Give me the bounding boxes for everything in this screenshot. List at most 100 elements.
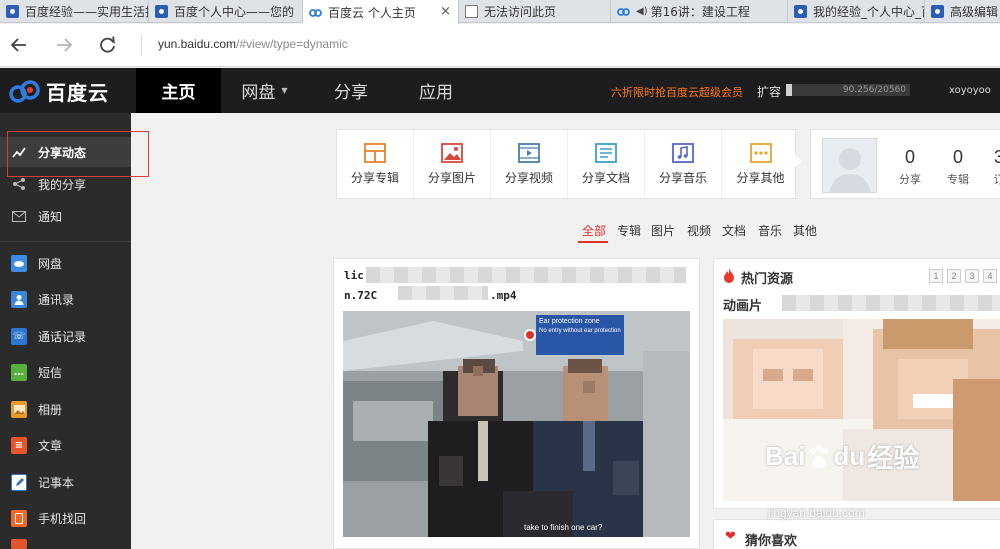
page-3-button[interactable]: 3	[965, 269, 979, 283]
stat-albums[interactable]: 0 专辑	[938, 147, 978, 187]
forward-button[interactable]	[52, 33, 76, 57]
sidebar-item-notifications[interactable]: 通知	[0, 201, 131, 231]
sidebar-app-contacts[interactable]: 通讯录	[0, 284, 131, 314]
sidebar-item-share-activity[interactable]: 分享动态	[0, 137, 131, 167]
stat-label: 分享	[899, 173, 921, 186]
browser-tab-4[interactable]: 无法访问此页	[459, 0, 611, 23]
watermark-url: jingyan.baidu.com	[768, 506, 865, 520]
no-entry-sign-icon	[524, 329, 536, 341]
filter-music[interactable]: 音乐	[758, 222, 782, 239]
share-other-button[interactable]: 分享其他	[722, 130, 799, 198]
page-1-button[interactable]: 1	[929, 269, 943, 283]
browser-tab-6[interactable]: 我的经验_个人中心_百度	[788, 0, 925, 23]
share-icon	[11, 176, 27, 192]
sidebar-item-my-shares[interactable]: 我的分享	[0, 169, 131, 199]
paw-icon	[794, 5, 807, 18]
browser-tab-7[interactable]: 高级编辑	[925, 0, 1000, 23]
filter-documents[interactable]: 文档	[722, 222, 746, 239]
paw-icon	[6, 5, 19, 18]
reload-button[interactable]	[96, 33, 120, 57]
expand-storage-link[interactable]: 扩容	[757, 83, 781, 100]
video-caption: take to finish one car?	[524, 523, 603, 532]
watermark-cn: 经验	[867, 443, 920, 473]
share-music-button[interactable]: 分享音乐	[645, 130, 722, 198]
sidebar-item-label: 通话记录	[38, 329, 87, 344]
sidebar-app-notepad[interactable]: 记事本	[0, 467, 131, 497]
heart-icon: ❤	[725, 529, 736, 544]
vip-promo-link[interactable]: 六折限时抢百度云超级会员	[611, 84, 743, 100]
filter-images[interactable]: 图片	[651, 222, 675, 239]
nav-share[interactable]: 分享	[308, 68, 394, 113]
video-sign-subtext: No entry without ear protection	[539, 328, 621, 334]
back-button[interactable]	[7, 33, 31, 57]
share-document-button[interactable]: 分享文档	[568, 130, 645, 198]
filter-albums[interactable]: 专辑	[617, 222, 641, 239]
sidebar-app-more[interactable]	[0, 539, 131, 549]
article-icon: ≡	[11, 436, 27, 454]
left-sidebar: 分享动态 我的分享 通知 网盘 通讯录 ☏ 通话记录 … 短信 相册 ≡ 文章 …	[0, 113, 131, 549]
pixelated-text	[366, 267, 686, 283]
nav-apps[interactable]: 应用	[394, 68, 478, 113]
sidebar-app-article[interactable]: ≡ 文章	[0, 430, 131, 460]
baidu-yun-logo[interactable]: 百度云	[8, 77, 109, 106]
filter-other[interactable]: 其他	[793, 222, 817, 239]
image-share-icon	[441, 143, 463, 163]
browser-tab-1[interactable]: 百度经验——实用生活指南	[0, 0, 149, 23]
stat-shares[interactable]: 0 分享	[890, 147, 930, 187]
page-4-button[interactable]: 4	[983, 269, 997, 283]
recommendations-card: ❤ 猜你喜欢	[713, 519, 1000, 549]
browser-tab-2[interactable]: 百度个人中心——您的	[149, 0, 303, 23]
address-field[interactable]: yun.baidu.com/#view/type=dynamic	[158, 37, 348, 51]
avatar[interactable]	[822, 138, 877, 193]
sidebar-app-netdisk[interactable]: 网盘	[0, 248, 131, 278]
page-2-button[interactable]: 2	[947, 269, 961, 283]
sidebar-app-call-log[interactable]: ☏ 通话记录	[0, 321, 131, 351]
browser-tab-5[interactable]: ◀) 第16讲：建设工程	[611, 0, 788, 23]
tab-title: 百度经验——实用生活指南	[25, 5, 148, 19]
nav-apps-label: 应用	[419, 83, 453, 103]
mail-icon	[11, 208, 27, 224]
close-tab-icon[interactable]: ×	[440, 4, 451, 19]
stat-number: 0	[952, 147, 963, 167]
sidebar-item-label: 通知	[38, 209, 63, 224]
filter-all[interactable]: 全部	[582, 222, 606, 239]
tab-title: 百度个人中心——您的	[174, 5, 295, 19]
share-label: 分享文档	[581, 171, 630, 185]
share-image-button[interactable]: 分享图片	[414, 130, 491, 198]
sidebar-divider	[0, 241, 131, 242]
nav-home-label: 主页	[161, 83, 196, 103]
sms-icon: …	[11, 363, 27, 381]
sidebar-item-label: 网盘	[38, 256, 63, 271]
stat-subscriptions[interactable]: 3 订	[979, 147, 1000, 187]
sidebar-item-label: 我的分享	[38, 177, 87, 192]
filter-videos[interactable]: 视频	[687, 222, 711, 239]
share-label: 分享图片	[427, 171, 476, 185]
share-label: 分享其他	[736, 171, 785, 185]
share-album-button[interactable]: 分享专辑	[337, 130, 414, 198]
other-share-icon	[749, 143, 772, 163]
video-thumbnail[interactable]: Ear protection zone No entry without ear…	[343, 311, 690, 537]
hot-item-title[interactable]: 动画片	[723, 295, 762, 314]
share-label: 分享视频	[504, 171, 553, 185]
sidebar-app-album[interactable]: 相册	[0, 394, 131, 424]
sidebar-app-sms[interactable]: … 短信	[0, 357, 131, 387]
sidebar-item-label: 文章	[38, 438, 63, 453]
nav-home[interactable]: 主页	[136, 68, 221, 113]
sidebar-item-label: 手机找回	[38, 511, 87, 526]
watermark-brand: Bai	[765, 441, 806, 471]
feed-file-name-line1[interactable]: lic	[344, 269, 364, 282]
browser-tab-3-active[interactable]: 百度云 个人主页 ×	[303, 0, 459, 24]
speaker-icon[interactable]: ◀)	[636, 6, 648, 17]
feed-file-name-line2[interactable]: n.72C	[344, 289, 377, 302]
feed-item-card: lic n.72C .mp4 Ear protection zone No en…	[333, 258, 700, 549]
watermark-brand-2: du	[833, 441, 866, 471]
paw-icon	[810, 444, 829, 468]
nav-netdisk[interactable]: 网盘 ▼	[221, 68, 308, 113]
share-video-button[interactable]: 分享视频	[491, 130, 568, 198]
sidebar-app-phone-find[interactable]: 手机找回	[0, 503, 131, 533]
sidebar-item-label: 分享动态	[38, 145, 87, 160]
call-log-icon: ☏	[11, 327, 27, 345]
more-app-icon	[11, 536, 27, 549]
username-menu[interactable]: xoyoyoo	[949, 85, 991, 96]
paw-icon	[931, 5, 944, 18]
